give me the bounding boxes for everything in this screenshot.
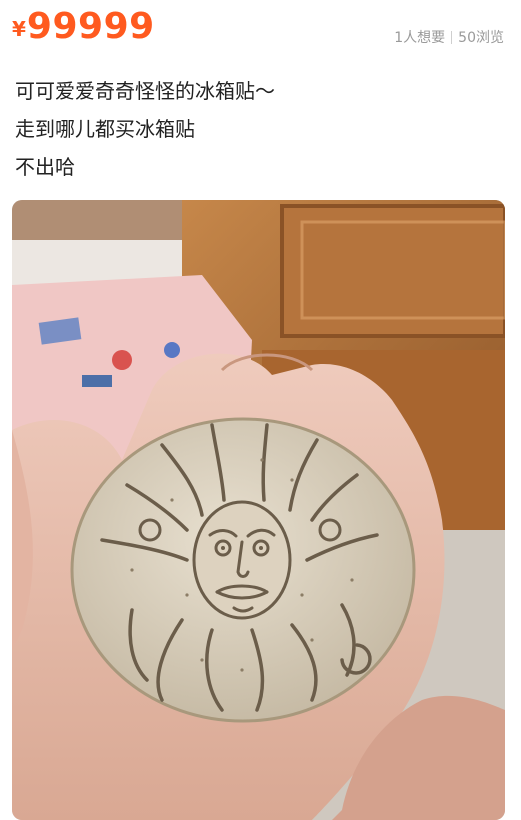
photo-image	[12, 200, 505, 820]
listing-photo[interactable]	[12, 200, 505, 820]
listing-stats: 1人想要 50浏览	[394, 27, 504, 47]
price-amount: 99999	[26, 6, 155, 47]
listing-description: 可可爱爱奇奇怪怪的冰箱贴～ 走到哪儿都买冰箱贴 不出哈	[15, 72, 505, 186]
price: ¥99999	[12, 6, 155, 47]
description-line: 可可爱爱奇奇怪怪的冰箱贴～	[15, 79, 275, 103]
description-line: 走到哪儿都买冰箱贴	[15, 117, 195, 141]
currency-symbol: ¥	[12, 17, 26, 41]
views-count: 50浏览	[458, 30, 504, 46]
listing-header: ¥99999 1人想要 50浏览	[0, 0, 521, 60]
description-line: 不出哈	[15, 155, 75, 179]
wants-count: 1人想要	[394, 30, 446, 46]
stats-divider	[451, 31, 453, 44]
